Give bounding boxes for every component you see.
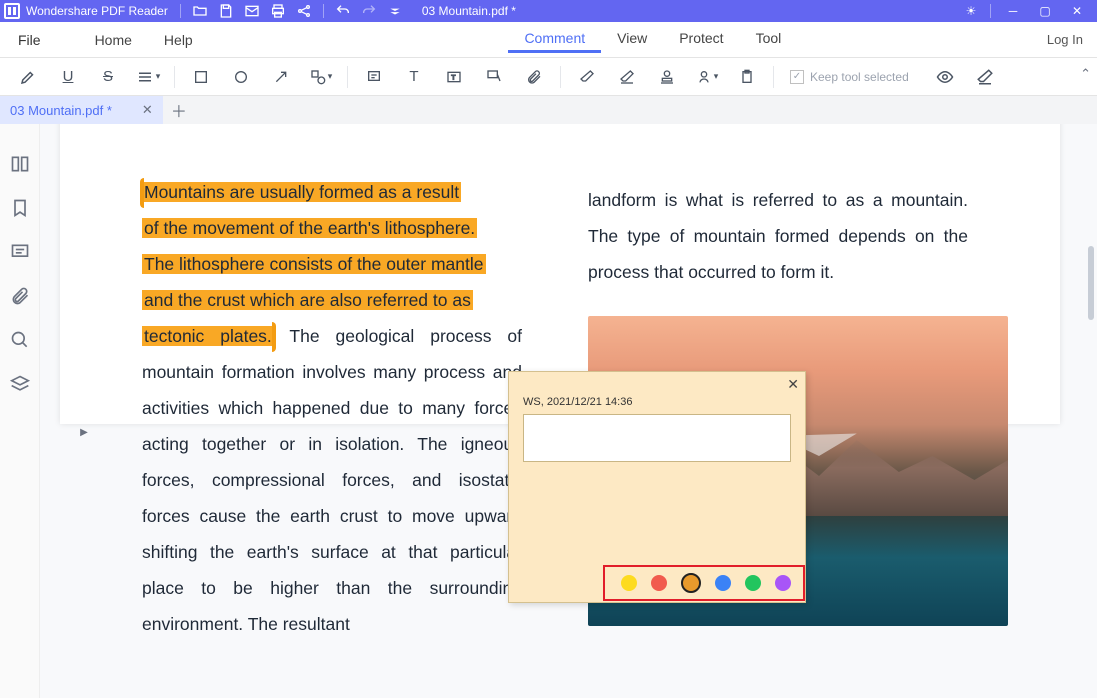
- open-file-icon[interactable]: [191, 2, 209, 20]
- signature-tool-icon[interactable]: ▾: [691, 63, 723, 91]
- tab-label: 03 Mountain.pdf *: [10, 103, 112, 118]
- print-icon[interactable]: [269, 2, 287, 20]
- swatch-blue[interactable]: [715, 575, 731, 591]
- redo-icon[interactable]: [360, 2, 378, 20]
- stamp-tool-icon[interactable]: [651, 63, 683, 91]
- menubar: File Home Help Comment View Protect Tool…: [0, 22, 1097, 58]
- menu-protect[interactable]: Protect: [663, 30, 739, 49]
- mail-icon[interactable]: [243, 2, 261, 20]
- titlebar: Wondershare PDF Reader 03 Mountain.pdf *…: [0, 0, 1097, 22]
- erase-all-icon[interactable]: [969, 63, 1001, 91]
- visibility-tool-icon[interactable]: [929, 63, 961, 91]
- comment-toolbar: U S ▾ ▾ T T ▾ ✓Keep tool selected ⌃: [0, 58, 1097, 96]
- close-window-button[interactable]: ✕: [1067, 1, 1087, 21]
- eraser2-tool-icon[interactable]: [611, 63, 643, 91]
- swatch-orange[interactable]: [681, 573, 701, 593]
- menu-tool[interactable]: Tool: [740, 30, 798, 49]
- app-logo: [4, 3, 20, 19]
- save-icon[interactable]: [217, 2, 235, 20]
- swatch-red[interactable]: [651, 575, 667, 591]
- attachments-icon[interactable]: [10, 286, 30, 306]
- share-icon[interactable]: [295, 2, 313, 20]
- menu-help[interactable]: Help: [148, 32, 209, 48]
- file-name: 03 Mountain.pdf *: [422, 4, 516, 18]
- annotation-popup: ✕ WS, 2021/12/21 14:36: [508, 371, 806, 603]
- text-tool-icon[interactable]: T: [398, 63, 430, 91]
- left-column-text: Mountains are usually formed as a result…: [142, 174, 522, 642]
- tab-strip: 03 Mountain.pdf * ✕ ＋: [0, 96, 1097, 124]
- attachment-tool-icon[interactable]: [518, 63, 550, 91]
- collapse-toolbar-icon[interactable]: ⌃: [1080, 66, 1091, 82]
- right-column-text: landform is what is referred to as a mou…: [588, 182, 968, 290]
- popup-comment-input[interactable]: [523, 414, 791, 462]
- highlighted-text[interactable]: Mountains are usually formed as a result: [142, 182, 461, 202]
- list-tool-icon[interactable]: ▾: [132, 63, 164, 91]
- search-icon[interactable]: [10, 330, 30, 350]
- svg-text:T: T: [451, 74, 455, 81]
- vertical-scrollbar[interactable]: [1088, 246, 1094, 320]
- keep-tool-checkbox[interactable]: ✓Keep tool selected: [790, 70, 909, 84]
- callout-tool-icon[interactable]: [478, 63, 510, 91]
- strikethrough-tool-icon[interactable]: S: [92, 63, 124, 91]
- close-tab-icon[interactable]: ✕: [142, 102, 153, 118]
- comments-icon[interactable]: [10, 242, 30, 262]
- swatch-green[interactable]: [745, 575, 761, 591]
- clipboard-tool-icon[interactable]: [731, 63, 763, 91]
- note-tool-icon[interactable]: [358, 63, 390, 91]
- layers-icon[interactable]: [10, 374, 30, 394]
- minimize-button[interactable]: ─: [1003, 1, 1023, 21]
- menu-view[interactable]: View: [601, 30, 663, 49]
- eraser-tool-icon[interactable]: [571, 63, 603, 91]
- side-panel: [0, 124, 40, 698]
- maximize-button[interactable]: ▢: [1035, 1, 1055, 21]
- thumbnails-icon[interactable]: [10, 154, 30, 174]
- app-title: Wondershare PDF Reader: [26, 4, 168, 18]
- menu-home[interactable]: Home: [79, 32, 148, 48]
- underline-tool-icon[interactable]: U: [52, 63, 84, 91]
- popup-close-icon[interactable]: ✕: [787, 376, 799, 393]
- new-tab-button[interactable]: ＋: [171, 98, 187, 122]
- document-tab[interactable]: 03 Mountain.pdf * ✕: [0, 96, 163, 124]
- highlight-tool-icon[interactable]: [12, 63, 44, 91]
- undo-icon[interactable]: [334, 2, 352, 20]
- login-link[interactable]: Log In: [1047, 32, 1083, 47]
- swatch-yellow[interactable]: [621, 575, 637, 591]
- popup-meta: WS, 2021/12/21 14:36: [523, 396, 632, 408]
- swatch-purple[interactable]: [775, 575, 791, 591]
- sun-icon[interactable]: ☀: [962, 2, 980, 20]
- textbox-tool-icon[interactable]: T: [438, 63, 470, 91]
- color-swatch-bar: [603, 565, 805, 601]
- more-icon[interactable]: [386, 2, 404, 20]
- file-menu[interactable]: File: [0, 22, 59, 57]
- rectangle-tool-icon[interactable]: [185, 63, 217, 91]
- oval-tool-icon[interactable]: [225, 63, 257, 91]
- arrow-tool-icon[interactable]: [265, 63, 297, 91]
- menu-comment[interactable]: Comment: [508, 30, 601, 53]
- bookmarks-icon[interactable]: [10, 198, 30, 218]
- shapes-tool-icon[interactable]: ▾: [305, 63, 337, 91]
